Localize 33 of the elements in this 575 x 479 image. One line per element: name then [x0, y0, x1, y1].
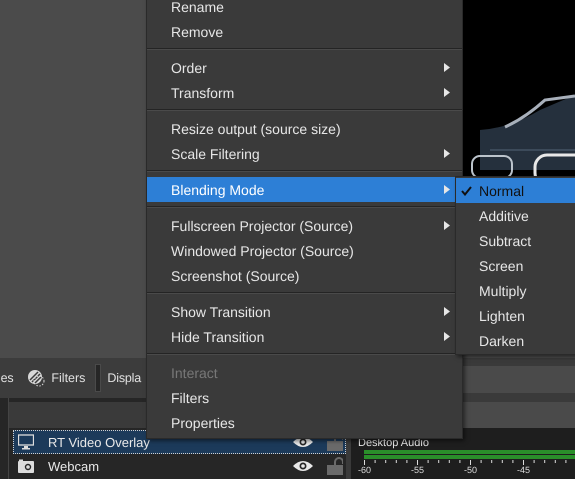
unlocked-icon[interactable] — [327, 457, 343, 475]
menu-item[interactable]: Filters — [147, 385, 462, 410]
tick-label: -55 — [411, 465, 424, 475]
camera-icon — [18, 459, 34, 473]
tick-label: -45 — [517, 465, 530, 475]
menu-item[interactable]: Screen — [456, 253, 575, 278]
toolbar-separator — [95, 364, 102, 392]
menu-item[interactable]: Transform — [147, 80, 462, 105]
toolbar-label[interactable]: ies — [0, 371, 14, 385]
eye-icon[interactable] — [293, 460, 313, 472]
submenu-arrow-icon — [444, 221, 450, 230]
tick-label: -60 — [358, 465, 372, 475]
menu-item[interactable]: Normal — [456, 178, 575, 203]
source-label: Webcam — [48, 458, 100, 474]
menu-item[interactable]: Order — [147, 55, 462, 80]
monitor-icon — [18, 434, 34, 450]
submenu-arrow-icon — [444, 185, 450, 194]
menu-item[interactable]: Rename — [147, 0, 462, 19]
source-label: RT Video Overlay — [48, 434, 151, 450]
submenu-arrow-icon — [444, 149, 450, 158]
submenu-arrow-icon — [444, 332, 450, 341]
source-item[interactable]: Webcam — [13, 454, 346, 478]
menu-item[interactable]: Resize output (source size) — [147, 116, 462, 141]
menu-item[interactable]: Scale Filtering — [147, 141, 462, 166]
submenu-arrow-icon — [444, 307, 450, 316]
filters-icon — [27, 369, 46, 387]
submenu-arrow-icon — [444, 63, 450, 72]
submenu-arrow-icon — [444, 88, 450, 97]
menu-item[interactable]: Remove — [147, 19, 462, 44]
toolbar-label[interactable]: Displa — [107, 371, 141, 385]
filters-button[interactable]: Filters — [23, 369, 90, 387]
tick-label: -50 — [464, 465, 478, 475]
channel-name: Desktop Audio — [358, 437, 430, 449]
